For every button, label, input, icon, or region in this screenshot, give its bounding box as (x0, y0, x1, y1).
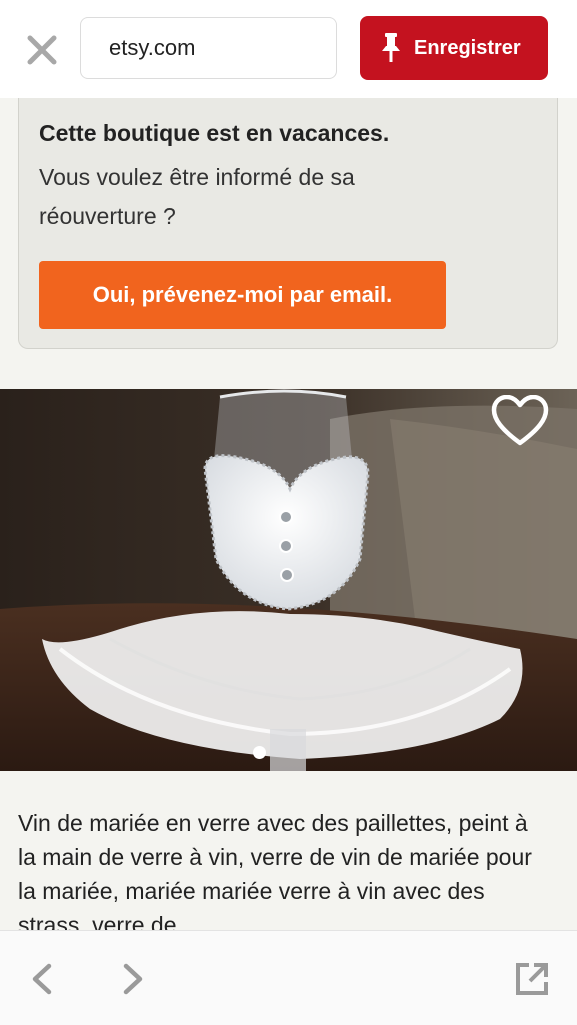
product-description: Vin de mariée en verre avec des paillett… (18, 810, 532, 930)
heart-outline-icon (491, 395, 549, 446)
vacation-message-line-2: réouverture ? (39, 203, 176, 229)
vacation-title: Cette boutique est en vacances. (39, 120, 390, 146)
top-bar: etsy.com Enregistrer (0, 0, 577, 98)
save-button[interactable]: Enregistrer (360, 16, 548, 80)
vacation-message-line-1: Vous voulez être informé de sa (39, 164, 355, 190)
url-text: etsy.com (109, 35, 196, 60)
vacation-notice: Cette boutique est en vacances. Vous vou… (18, 98, 558, 349)
carousel-indicator (253, 746, 266, 759)
chevron-right-icon (123, 963, 143, 995)
vacation-message: Vous voulez être informé de sa réouvertu… (39, 158, 439, 236)
open-external-button[interactable] (512, 959, 552, 999)
close-button[interactable] (22, 30, 62, 70)
save-button-label: Enregistrer (414, 36, 521, 59)
bottom-toolbar (0, 930, 577, 1025)
favorite-button[interactable] (489, 393, 551, 449)
close-icon (27, 35, 57, 65)
forward-button[interactable] (113, 959, 153, 999)
product-image-carousel[interactable] (0, 389, 577, 771)
notify-email-button[interactable]: Oui, prévenez-moi par email. (39, 261, 446, 329)
back-button[interactable] (22, 959, 62, 999)
open-external-icon (516, 963, 548, 995)
url-field[interactable]: etsy.com (80, 17, 337, 79)
carousel-dot-active[interactable] (253, 746, 266, 759)
chevron-left-icon (32, 963, 52, 995)
pushpin-icon (380, 33, 402, 63)
